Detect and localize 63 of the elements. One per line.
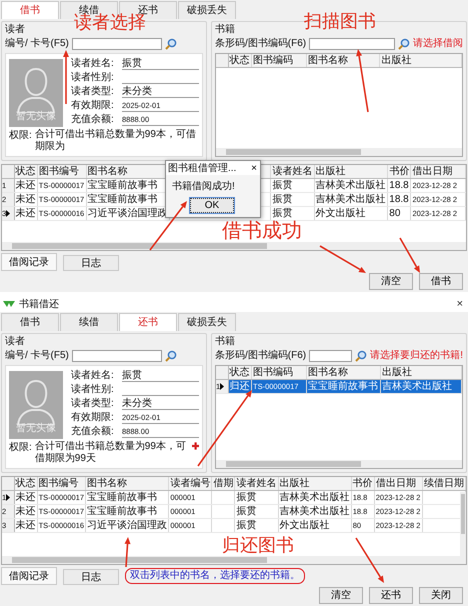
- table-cell: 未还: [14, 192, 38, 206]
- hint-text: 请选择借阅: [413, 37, 463, 50]
- table-cell: 宝宝睡前故事书: [86, 490, 169, 504]
- field-label: 有效期限:: [71, 411, 115, 424]
- annotation-text: 借书成功: [222, 221, 302, 241]
- table-cell: 宝宝睡前故事书: [306, 380, 380, 394]
- table-cell: 未还: [14, 490, 38, 504]
- permission-label: 权限:: [9, 129, 32, 143]
- field-label: 充值余额:: [71, 113, 115, 126]
- group-label: 读者: [5, 23, 25, 36]
- table-cell: 振贯: [234, 518, 278, 532]
- field-label: 读者性别:: [71, 71, 115, 84]
- table-cell: 宝宝睡前故事书: [86, 504, 169, 518]
- table-cell: 振贯: [270, 178, 314, 192]
- dialog-title: 图书租借管理...: [168, 162, 236, 174]
- field-label: 读者姓名:: [71, 57, 115, 70]
- dialog-message: 书籍借阅成功!: [172, 180, 236, 193]
- field-label: 条形码/图书编码(F6): [215, 349, 306, 362]
- field-label: 读者姓名:: [71, 369, 115, 382]
- field-label: 条形码/图书编码(F6): [215, 37, 306, 50]
- field-label: 读者类型:: [71, 397, 115, 410]
- field-label: 编号/ 卡号(F5): [5, 349, 69, 362]
- field-value: 未分类: [122, 85, 199, 98]
- permission-label: 权限:: [9, 441, 32, 455]
- table-cell: 80: [388, 206, 411, 220]
- field-label: 编号/ 卡号(F5): [5, 37, 69, 50]
- field-label: 充值余额:: [71, 425, 115, 438]
- table-cell: 吉林美术出版社: [278, 504, 352, 518]
- annotation-text: 归还图书: [222, 536, 294, 554]
- table-cell: 18.8: [388, 178, 411, 192]
- table-cell: 习近平谈治国理政: [86, 518, 169, 532]
- group-label: 书籍: [215, 23, 235, 36]
- table-cell: 未还: [14, 504, 38, 518]
- field-value: 振贯: [122, 57, 199, 70]
- photo-caption: 暂无头像: [16, 422, 56, 435]
- table-cell: 外文出版社: [314, 206, 388, 220]
- hint-text: 请选择要归还的书籍!: [370, 349, 463, 362]
- annotation-text: 扫描图书: [304, 12, 376, 30]
- table-cell: 未还: [14, 206, 38, 220]
- table-cell: 未还: [14, 178, 38, 192]
- field-label: 有效期限:: [71, 99, 115, 112]
- window-title: 书籍借还: [19, 298, 59, 310]
- table-cell: 未还: [14, 518, 38, 532]
- table-cell: 吉林美术出版社: [278, 490, 352, 504]
- field-label: 读者性别:: [71, 383, 115, 396]
- table-cell: 18.8: [388, 192, 411, 206]
- field-value: 未分类: [122, 397, 199, 410]
- table-cell: 吉林美术出版社: [380, 380, 462, 394]
- permission-text: 合计可借出书籍总数量为99本，可借期限为99天: [34, 441, 187, 465]
- field-value: 振贯: [122, 369, 199, 382]
- group-label: 读者: [5, 335, 25, 348]
- table-cell: 吉林美术出版社: [314, 178, 388, 192]
- table-cell: 吉林美术出版社: [314, 192, 388, 206]
- photo-caption: 暂无头像: [16, 110, 56, 123]
- group-label: 书籍: [215, 335, 235, 348]
- table-cell: 振贯: [234, 490, 278, 504]
- table-cell: 振贯: [270, 206, 314, 220]
- table-cell: 外文出版社: [278, 518, 352, 532]
- hint-text: 双击列表中的书名，选择要还的书籍。: [125, 568, 305, 584]
- table-cell: 振贯: [270, 192, 314, 206]
- table-cell: 振贯: [234, 504, 278, 518]
- field-label: 读者类型:: [71, 85, 115, 98]
- permission-text: 合计可借出书籍总数量为99本，可借期限为: [34, 129, 197, 153]
